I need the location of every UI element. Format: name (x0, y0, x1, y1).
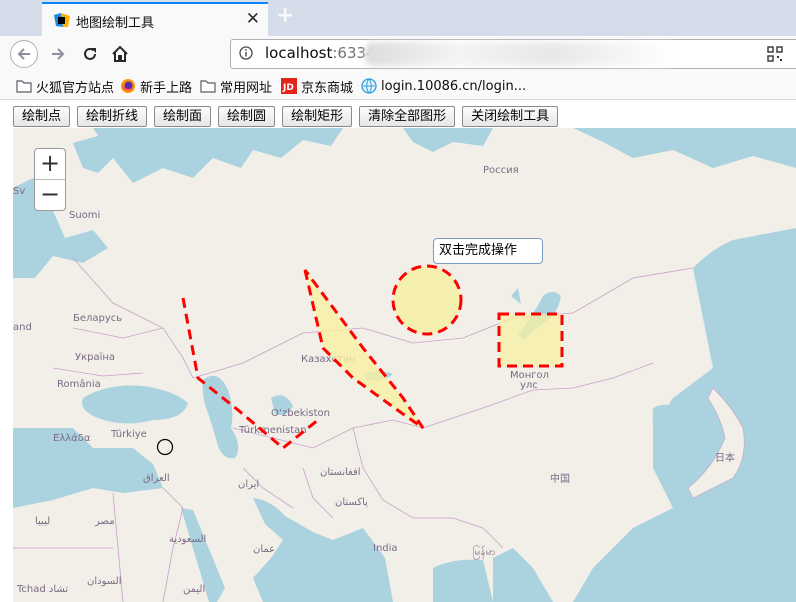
draw-rectangle-button[interactable]: 绘制矩形 (282, 106, 353, 127)
label-china: 中国 (550, 472, 570, 485)
draw-toolbar: 绘制点 绘制折线 绘制面 绘制圆 绘制矩形 清除全部图形 关闭绘制工具 (13, 106, 559, 128)
bookmark-item[interactable]: 常用网址 (200, 77, 273, 96)
zoom-out-button[interactable]: − (35, 179, 65, 210)
drawn-rectangle[interactable] (497, 312, 564, 368)
bookmark-item[interactable]: 火狐官方站点 (16, 77, 115, 96)
folder-icon (16, 80, 32, 93)
map-canvas[interactable]: Россия Suomi Sv and Беларусь Україна Rom… (13, 128, 796, 602)
label-ukraine: Україна (75, 352, 115, 363)
bookmark-item[interactable]: 新手上路 (120, 77, 193, 96)
label-iran: ایران (238, 479, 259, 490)
label-land: and (13, 322, 32, 333)
draw-polyline-button[interactable]: 绘制折线 (77, 106, 148, 127)
jd-icon: JD (281, 78, 297, 94)
label-iraq: العراق (143, 473, 170, 484)
folder-icon (200, 80, 216, 93)
bookmark-label: 火狐官方站点 (36, 80, 115, 96)
bookmark-item[interactable]: JD 京东商城 (281, 77, 354, 96)
clear-all-button[interactable]: 清除全部图形 (359, 106, 456, 127)
label-belarus: Беларусь (73, 313, 122, 324)
label-india: India (373, 543, 398, 554)
label-turkmenistan: Türkmenistan (238, 425, 307, 436)
firefox-icon (121, 79, 135, 93)
globe-icon (361, 78, 377, 94)
svg-text:JD: JD (282, 83, 294, 93)
label-pakistan: پاکستان (335, 497, 368, 508)
basemap: Россия Suomi Sv and Беларусь Україна Rom… (13, 128, 796, 602)
bookmark-label: 京东商城 (301, 80, 354, 96)
bookmark-label: 常用网址 (220, 80, 273, 96)
forward-button[interactable] (44, 40, 72, 68)
bookmark-item[interactable]: login.10086.cn/login... (361, 77, 526, 95)
tab-title: 地图绘制工具 (76, 16, 155, 31)
draw-point-button[interactable]: 绘制点 (13, 106, 71, 127)
qr-code-icon[interactable] (767, 46, 783, 62)
reload-button[interactable] (76, 40, 104, 68)
label-oman: عمان (253, 544, 275, 555)
label-turkiye: Türkiye (110, 429, 147, 440)
label-chad: Tchad تشاد (16, 584, 68, 595)
bookmark-label: login.10086.cn/login... (381, 78, 527, 94)
drawn-circle[interactable] (391, 264, 463, 336)
label-romania: România (57, 378, 101, 390)
arrow-right-icon (52, 48, 65, 60)
label-sv: Sv (13, 186, 25, 197)
label-afghanistan: افغانستان (320, 467, 361, 478)
label-myanmar: မြန်မာ (473, 544, 495, 560)
draw-cursor-point[interactable] (156, 438, 174, 456)
label-suomi: Suomi (69, 210, 100, 221)
browser-tab[interactable]: 地图绘制工具 ✕ (42, 2, 268, 36)
reload-icon (84, 47, 96, 60)
label-mongolia: улс (520, 380, 538, 391)
info-icon[interactable] (239, 46, 253, 60)
new-tab-button[interactable]: + (276, 3, 294, 28)
label-greece: Ελλάδα (53, 432, 91, 444)
arrow-left-icon (17, 48, 30, 60)
label-japan: 日本 (715, 451, 735, 464)
label-russia: Россия (483, 165, 519, 176)
draw-help-tooltip: 双击完成操作 (433, 238, 543, 264)
webstorm-icon (54, 13, 70, 27)
url-bar[interactable]: localhost:63342 (230, 39, 796, 69)
close-draw-tool-button[interactable]: 关闭绘制工具 (462, 106, 559, 127)
url-host: localhost (265, 44, 333, 62)
label-libya: ليبيا (35, 516, 50, 527)
zoom-control: + − (34, 148, 66, 211)
home-button[interactable] (106, 40, 134, 68)
label-uzbekistan: O‘zbekiston (271, 408, 330, 419)
bookmark-label: 新手上路 (140, 80, 193, 96)
draw-circle-button[interactable]: 绘制圆 (218, 106, 276, 127)
navigation-bar: localhost:63342 (0, 36, 796, 73)
label-yemen: اليمن (183, 584, 205, 595)
label-egypt: مصر (94, 516, 115, 527)
draw-polygon-button[interactable]: 绘制面 (154, 106, 212, 127)
label-saudi: السعودية (169, 534, 206, 545)
zoom-in-button[interactable]: + (35, 149, 65, 179)
label-sudan: السودان (87, 576, 122, 587)
url-redacted-area (365, 42, 675, 66)
close-tab-icon[interactable]: ✕ (246, 9, 260, 29)
home-icon (112, 45, 128, 62)
bookmarks-bar: 火狐官方站点 新手上路 常用网址 JD 京东商城 login.10086.cn/… (0, 73, 796, 100)
back-button[interactable] (10, 40, 38, 68)
tab-strip: 地图绘制工具 ✕ + (0, 0, 796, 36)
